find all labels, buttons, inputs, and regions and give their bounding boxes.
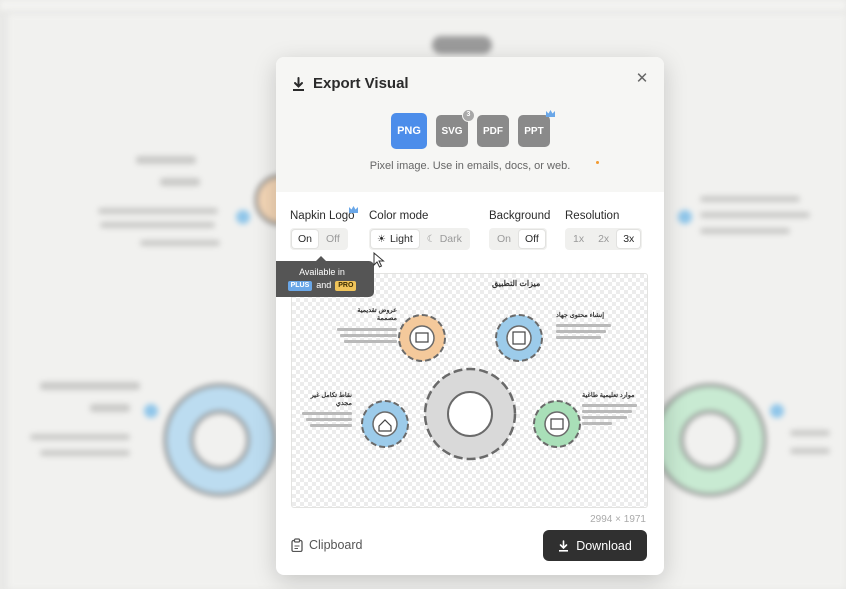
napkin-logo-toggle: On Off [290,228,348,250]
format-png-button[interactable]: PNG [391,113,427,149]
background-text [30,434,130,440]
background-text [700,196,800,202]
background-gear-blue [163,383,277,497]
dialog-header: Export Visual [292,75,409,92]
close-icon: ✕ [635,70,649,87]
tooltip-text: Available in [299,267,345,277]
clipboard-label: Clipboard [309,538,363,552]
close-button[interactable]: ✕ [634,71,650,87]
napkin-logo-off[interactable]: Off [320,230,346,248]
color-mode-label: Color mode [369,210,429,222]
export-dialog: Export Visual ✕ PNG SVG 3 PDF PPT Pixel … [276,57,664,575]
background-toggle: On Off [489,228,547,250]
clipboard-icon [291,538,303,552]
export-dimensions: 2994 × 1971 [590,514,646,525]
format-svg-button[interactable]: SVG 3 [436,109,475,147]
background-dot [678,210,692,224]
download-button[interactable]: Download [543,530,647,561]
format-pdf-button[interactable]: PDF [477,115,509,147]
background-text [40,450,130,456]
background-text [700,228,790,234]
plus-tag: PLUS [287,280,313,291]
resolution-2x[interactable]: 2x [592,230,615,248]
background-text [160,178,200,186]
tooltip-plans: PLUS and PRO [276,279,374,292]
indicator-dot [596,161,599,164]
background-text [90,404,130,412]
download-icon [559,539,569,552]
color-mode-light-label: Light [389,233,413,245]
resolution-3x[interactable]: 3x [617,230,641,248]
format-ppt-button[interactable]: PPT [518,110,555,147]
crown-icon [349,206,358,213]
background-text [40,382,140,390]
color-mode-dark-label: Dark [439,233,462,245]
mouse-cursor-icon [373,252,385,268]
crown-icon [546,110,555,117]
format-pdf-label: PDF [483,125,503,137]
gears-illustration [361,314,581,461]
background-pill [432,36,492,54]
background-toolbar [0,0,846,12]
moon-icon: ☾ [426,233,436,245]
format-selector: PNG SVG 3 PDF PPT [391,109,555,149]
svg-count-badge: 3 [462,109,475,122]
color-mode-dark[interactable]: ☾ Dark [421,230,468,248]
dialog-title: Export Visual [313,75,409,92]
clipboard-button[interactable]: Clipboard [291,538,363,552]
background-text [140,240,220,246]
background-on[interactable]: On [491,230,517,248]
background-text [98,208,218,214]
export-preview: ميزات التطبيق عروض تقديمية مصممة إنشاء م… [291,273,648,508]
background-off[interactable]: Off [519,230,545,248]
format-png-label: PNG [397,125,421,137]
resolution-label: Resolution [565,210,620,222]
background-text [700,212,810,218]
download-icon [293,76,304,91]
resolution-toggle: 1x 2x 3x [565,228,643,250]
color-mode-light[interactable]: ☀ Light [371,230,419,248]
background-text [136,156,196,164]
format-description: Pixel image. Use in emails, docs, or web… [369,160,571,172]
format-ppt-label: PPT [524,125,544,137]
napkin-logo-on[interactable]: On [292,230,319,248]
upgrade-tooltip: Available in PLUS and PRO [276,256,374,297]
background-label: Background [489,210,551,222]
background-text [790,448,830,454]
color-mode-toggle: ☀ Light ☾ Dark [369,228,470,250]
format-svg-label: SVG [441,125,463,137]
tooltip-and: and [316,280,332,290]
resolution-1x[interactable]: 1x [567,230,590,248]
download-label: Download [576,538,632,553]
pro-tag: PRO [335,280,357,291]
background-dot [236,210,250,224]
napkin-logo-label: Napkin Logo [290,210,355,222]
sun-icon: ☀ [377,233,386,245]
background-text [790,430,830,436]
background-text [100,222,215,228]
